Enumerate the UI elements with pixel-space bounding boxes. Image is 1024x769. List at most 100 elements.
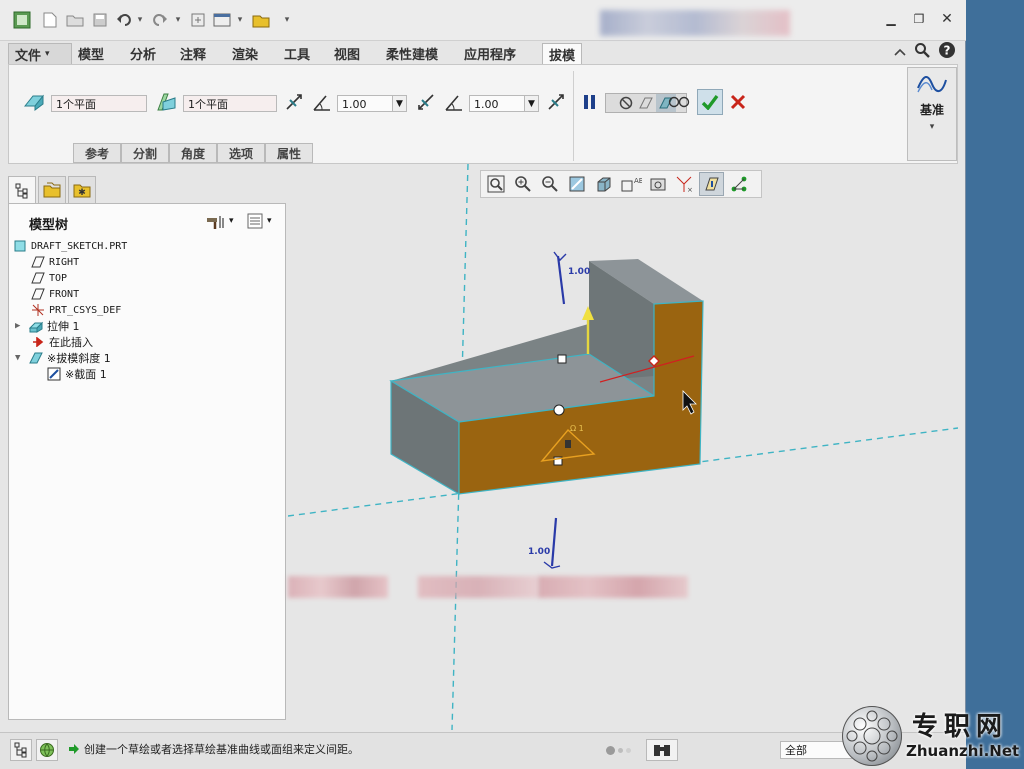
- windows-dropdown-icon[interactable]: ▾: [234, 10, 246, 30]
- subtab-options[interactable]: 选项: [217, 143, 265, 163]
- subtab-references[interactable]: 参考: [73, 143, 121, 163]
- tree-node-front-plane[interactable]: FRONT: [31, 286, 79, 302]
- graphics-viewport[interactable]: AB × Ω 1 1.00 1.00: [288, 164, 958, 730]
- undo-dropdown-icon[interactable]: ▾: [134, 10, 146, 30]
- model-tree-title: 模型树: [29, 218, 69, 233]
- draft-angle-marker[interactable]: Ω 1: [570, 424, 584, 433]
- selection-filter-binoculars-button[interactable]: [646, 739, 678, 761]
- model-canvas: Ω 1 1.00 1.00: [288, 164, 958, 730]
- dimension-leader-bottom: [550, 517, 558, 567]
- tree-settings-button[interactable]: ▾: [205, 212, 239, 230]
- undo-icon[interactable]: [114, 10, 134, 30]
- flip-angle-2-icon[interactable]: [545, 91, 567, 113]
- tab-view[interactable]: 视图: [328, 43, 366, 63]
- separate-preview-icon[interactable]: [636, 94, 656, 112]
- draft-hinge-collector[interactable]: 1个平面: [183, 95, 277, 112]
- tree-node-csys[interactable]: PRT_CSYS_DEF: [31, 302, 121, 318]
- dimension-leader-top: [556, 255, 566, 305]
- draft-angle-1-dropdown-icon[interactable]: ▼: [393, 95, 407, 112]
- expand-arrow-icon[interactable]: ▶: [15, 321, 29, 331]
- new-file-icon[interactable]: [40, 10, 60, 30]
- subtab-split[interactable]: 分割: [121, 143, 169, 163]
- tab-file[interactable]: 文件 ▾: [8, 43, 72, 64]
- tree-node-top-plane[interactable]: TOP: [31, 270, 67, 286]
- tree-node-insert-here[interactable]: 在此插入: [31, 334, 93, 350]
- subtab-angles[interactable]: 角度: [169, 143, 217, 163]
- draft-angle-2-input[interactable]: 1.00: [469, 95, 525, 112]
- favorites-icon: ✱: [73, 184, 91, 198]
- drag-handle[interactable]: [557, 354, 567, 364]
- confirm-button[interactable]: [697, 89, 723, 115]
- datum-label: 基准: [919, 103, 944, 117]
- status-bar: 创建一个草绘或者选择草绘基准曲线或面组来定义间距。 全部: [0, 732, 966, 769]
- datum-plane-icon: [31, 255, 45, 269]
- draft-angle-2-dropdown-icon[interactable]: ▼: [525, 95, 539, 112]
- tab-draft[interactable]: 拔模: [542, 43, 583, 65]
- draft-hinge-icon[interactable]: [155, 91, 177, 113]
- no-preview-icon[interactable]: [616, 94, 636, 112]
- tab-flexible-modeling[interactable]: 柔性建模: [380, 43, 444, 63]
- restore-icon[interactable]: ❐: [908, 10, 930, 28]
- blurred-caption: [288, 576, 388, 598]
- subtab-properties[interactable]: 属性: [265, 143, 313, 163]
- dimension-tick-icon: [553, 251, 567, 262]
- flip-angle-1-icon[interactable]: [415, 91, 437, 113]
- svg-text:?: ?: [944, 44, 951, 58]
- chevron-down-icon: ▾: [229, 216, 234, 226]
- redo-dropdown-icon[interactable]: ▾: [172, 10, 184, 30]
- draft-ribbon: 1个平面 1个平面 1.00 ▼ 1.00 ▼ 参考 分割 角度 选项 属性 基…: [8, 64, 958, 164]
- tab-analysis[interactable]: 分析: [124, 43, 162, 63]
- draft-angle-1-input[interactable]: 1.00: [337, 95, 393, 112]
- minimize-ribbon-icon[interactable]: [890, 42, 910, 62]
- dimension-label-top[interactable]: 1.00: [568, 267, 590, 277]
- show-options-button[interactable]: ▾: [247, 212, 281, 230]
- tree-node-right-plane[interactable]: RIGHT: [31, 254, 79, 270]
- close-icon[interactable]: ✕: [936, 10, 958, 28]
- close-window-icon[interactable]: [250, 10, 272, 30]
- tab-annotate[interactable]: 注释: [174, 43, 212, 63]
- regenerate-icon[interactable]: [188, 10, 208, 30]
- tab-render[interactable]: 渲染: [226, 43, 264, 63]
- draft-surfaces-collector[interactable]: 1个平面: [51, 95, 147, 112]
- draft-surfaces-icon[interactable]: [23, 91, 45, 113]
- tab-favorites[interactable]: ✱: [68, 176, 96, 204]
- tab-model-tree[interactable]: [8, 176, 36, 204]
- x-icon: [730, 94, 746, 110]
- angle-icon: [311, 91, 333, 113]
- window-title-blurred: [600, 10, 790, 36]
- browser-globe-icon: [40, 743, 54, 757]
- tree-node-section[interactable]: ※截面 1: [47, 366, 107, 382]
- part-icon: [13, 239, 27, 253]
- tree-node-draft[interactable]: ▼ ※拔模斜度 1: [15, 350, 111, 366]
- cancel-button[interactable]: [727, 91, 749, 113]
- pull-direction-icon[interactable]: [283, 91, 305, 113]
- verify-glasses-icon[interactable]: [667, 91, 691, 113]
- ribbon-tab-bar: 文件 ▾ 模型 分析 注释 渲染 工具 视图 柔性建模 应用程序 拔模 ?: [0, 40, 966, 65]
- search-icon[interactable]: [912, 40, 932, 60]
- tab-tools[interactable]: 工具: [278, 43, 316, 63]
- redo-icon[interactable]: [150, 10, 170, 30]
- toggle-browser-button[interactable]: [36, 739, 58, 761]
- tab-model[interactable]: 模型: [72, 43, 110, 63]
- windows-icon[interactable]: [212, 10, 232, 30]
- drag-handle-round[interactable]: [553, 404, 565, 416]
- save-icon[interactable]: [90, 10, 110, 30]
- minimize-icon[interactable]: ▁: [880, 10, 902, 28]
- collapse-arrow-icon[interactable]: ▼: [15, 353, 29, 363]
- datum-button[interactable]: 基准 ▾: [907, 67, 957, 161]
- watermark: 专职网 Zhuanzhi.Net: [842, 704, 1024, 768]
- tab-folder-browser[interactable]: [38, 176, 66, 204]
- tree-node-extrude[interactable]: ▶ 拉伸 1: [15, 318, 80, 334]
- pause-icon[interactable]: [579, 91, 601, 113]
- open-file-icon[interactable]: [64, 10, 86, 30]
- help-icon[interactable]: ?: [936, 40, 958, 60]
- toggle-navigator-button[interactable]: [10, 739, 32, 761]
- binoculars-icon: [654, 745, 670, 756]
- chevron-down-icon: ▾: [267, 216, 272, 226]
- datum-plane-icon: [31, 287, 45, 301]
- tree-node-part[interactable]: DRAFT_SKETCH.PRT: [13, 238, 127, 254]
- customize-toolbar-icon[interactable]: ▾: [280, 10, 294, 30]
- tab-applications[interactable]: 应用程序: [458, 43, 522, 63]
- app-icon[interactable]: [12, 10, 32, 30]
- dimension-label-bottom[interactable]: 1.00: [528, 547, 550, 557]
